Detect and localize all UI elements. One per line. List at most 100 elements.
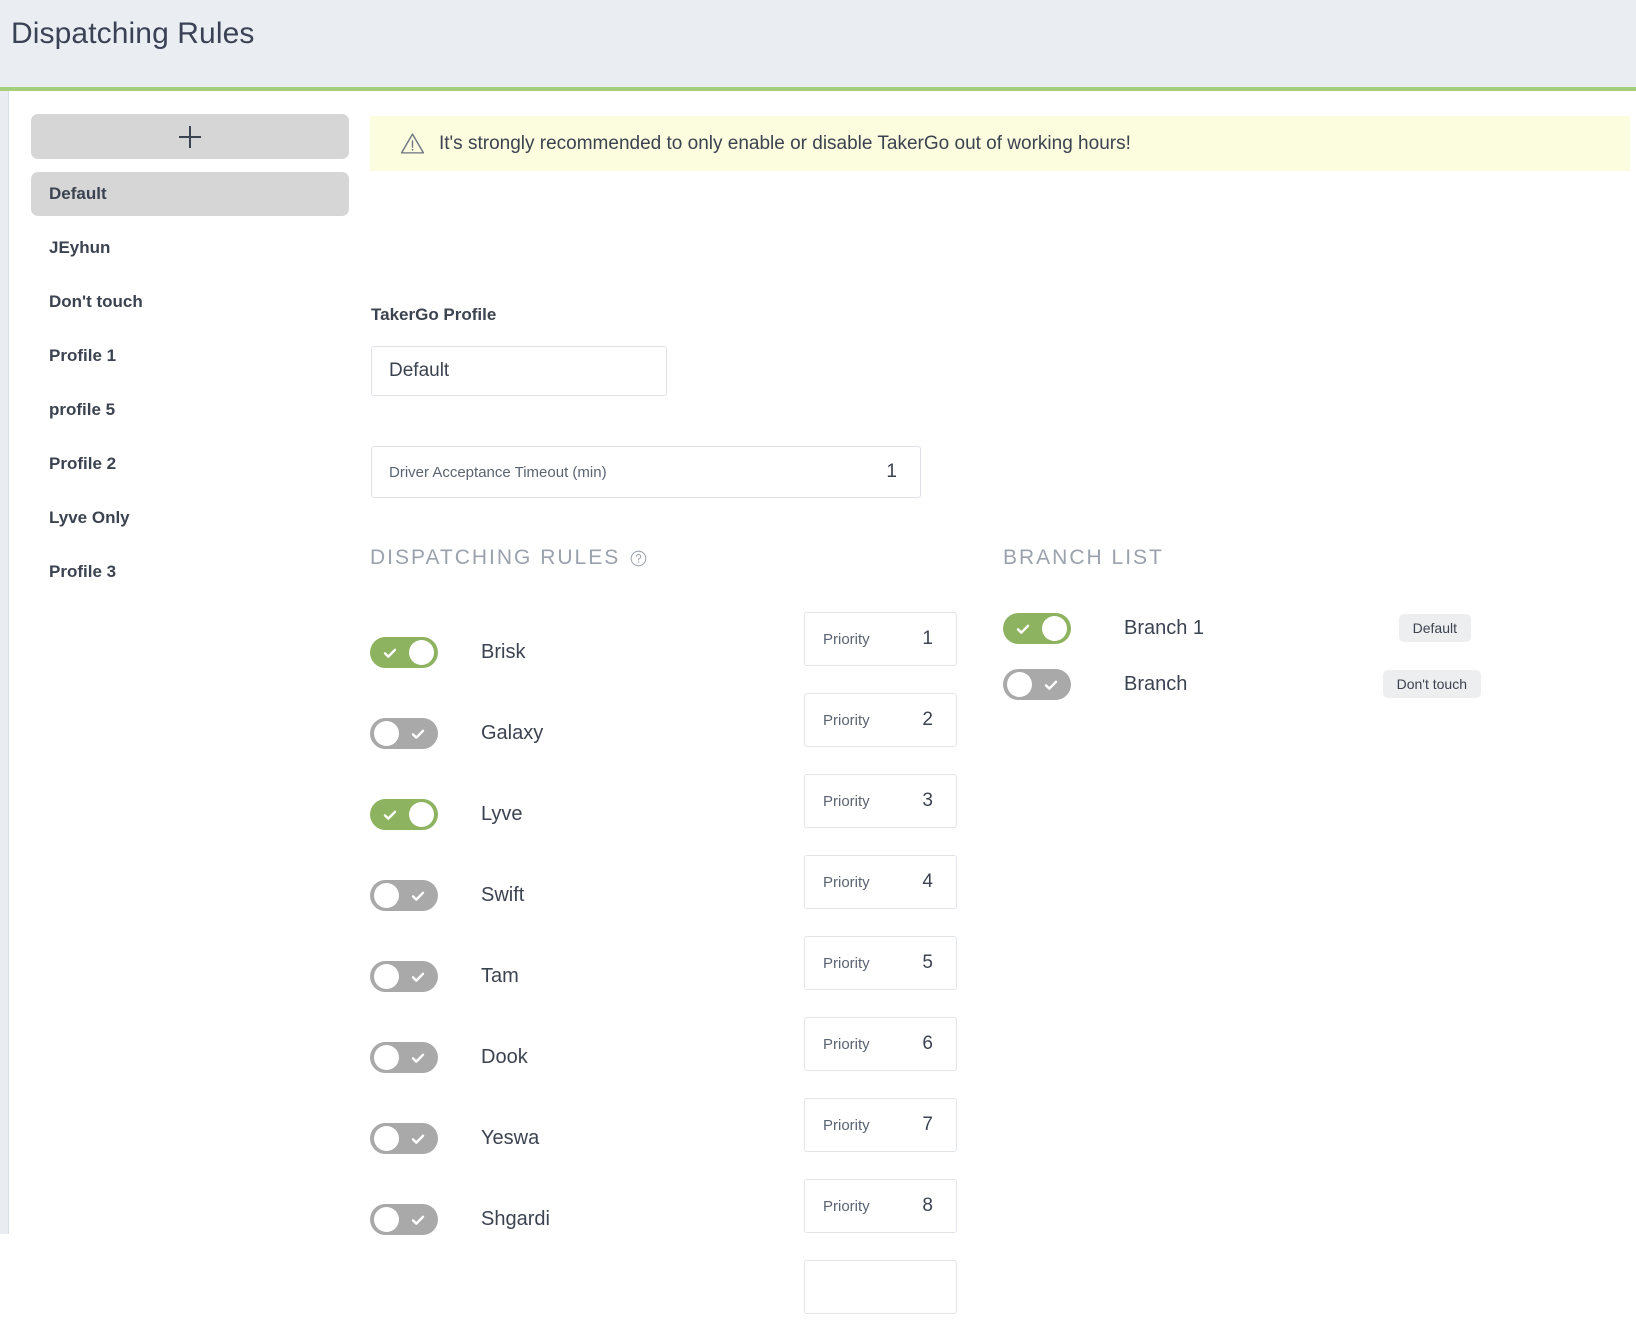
rule-toggle-brisk[interactable] bbox=[370, 637, 438, 668]
sidebar-item-profile-3[interactable]: Profile 3 bbox=[31, 550, 349, 594]
warning-banner: It's strongly recommended to only enable… bbox=[370, 116, 1630, 171]
page-title: Dispatching Rules bbox=[11, 17, 255, 50]
priority-input-brisk[interactable]: Priority 1 bbox=[804, 612, 957, 666]
sidebar-item-label: Profile 1 bbox=[49, 346, 117, 365]
priority-value: 1 bbox=[922, 628, 933, 649]
priority-input-tam[interactable]: Priority 5 bbox=[804, 936, 957, 990]
toggle-knob bbox=[374, 1045, 399, 1070]
rule-label: Tam bbox=[481, 965, 519, 987]
page-header: Dispatching Rules bbox=[0, 0, 1636, 87]
priority-value: 3 bbox=[922, 790, 933, 811]
plus-icon bbox=[179, 125, 201, 148]
rule-label: Yeswa bbox=[481, 1127, 540, 1149]
sidebar-item-label: Lyve Only bbox=[49, 508, 130, 527]
rule-toggle-swift[interactable] bbox=[370, 880, 438, 911]
branch-toggle-branch-1[interactable] bbox=[1003, 612, 1071, 644]
priority-label: Priority bbox=[823, 711, 870, 729]
priority-value: 2 bbox=[922, 709, 933, 730]
toggle-knob bbox=[1007, 671, 1032, 697]
sidebar-item-profile-5[interactable]: profile 5 bbox=[31, 388, 349, 432]
takergo-profile-label: TakerGo Profile bbox=[371, 305, 497, 324]
check-icon bbox=[411, 1215, 425, 1225]
branch-status-badge: Default bbox=[1398, 614, 1471, 642]
priority-label: Priority bbox=[823, 1116, 870, 1134]
priority-label: Priority bbox=[823, 630, 870, 648]
toggle-knob bbox=[374, 883, 399, 908]
warning-text: It's strongly recommended to only enable… bbox=[439, 132, 1131, 154]
sidebar-item-profile-1[interactable]: Profile 1 bbox=[31, 334, 349, 378]
dispatching-rules-heading: DISPATCHING RULES bbox=[370, 546, 647, 570]
priority-column: Priority 1 Priority 2 Priority 3 Priorit… bbox=[804, 612, 959, 1341]
sidebar-item-default[interactable]: Default bbox=[31, 172, 349, 216]
branch-list: Branch 1 Default Branch Don't touch bbox=[1003, 600, 1563, 712]
sidebar-item-label: Profile 3 bbox=[49, 562, 117, 581]
app-body: Default JEyhun Don't touch Profile 1 pro… bbox=[0, 87, 1636, 1314]
sidebar-item-label: Profile 2 bbox=[49, 454, 117, 473]
priority-input-swift[interactable]: Priority 4 bbox=[804, 855, 957, 909]
sidebar-item-profile-2[interactable]: Profile 2 bbox=[31, 442, 349, 486]
priority-value: 4 bbox=[922, 871, 933, 892]
toggle-knob bbox=[374, 1126, 399, 1151]
check-icon bbox=[411, 891, 425, 901]
priority-value: 8 bbox=[922, 1195, 933, 1216]
sidebar-item-lyve-only[interactable]: Lyve Only bbox=[31, 496, 349, 540]
priority-label: Priority bbox=[823, 1197, 870, 1215]
priority-label: Priority bbox=[823, 954, 870, 972]
branch-label: Branch 1 bbox=[1124, 616, 1205, 639]
main-content: It's strongly recommended to only enable… bbox=[370, 91, 1636, 1314]
rule-label: Galaxy bbox=[481, 722, 544, 744]
sidebar-item-label: profile 5 bbox=[49, 400, 116, 419]
rule-label: Shgardi bbox=[481, 1208, 550, 1230]
check-icon bbox=[1044, 680, 1058, 690]
toggle-knob bbox=[374, 964, 399, 989]
priority-value: 5 bbox=[922, 952, 933, 973]
toggle-knob bbox=[409, 802, 434, 827]
toggle-knob bbox=[409, 640, 434, 665]
driver-acceptance-timeout-field[interactable]: Driver Acceptance Timeout (min) 1 bbox=[371, 446, 921, 498]
priority-input-next-partial[interactable] bbox=[804, 1260, 957, 1314]
rule-label: Brisk bbox=[481, 641, 526, 663]
check-icon bbox=[411, 1053, 425, 1063]
toggle-knob bbox=[374, 721, 399, 746]
check-icon bbox=[1016, 624, 1030, 634]
priority-value: 6 bbox=[922, 1033, 933, 1054]
priority-input-dook[interactable]: Priority 6 bbox=[804, 1017, 957, 1071]
check-icon bbox=[411, 1134, 425, 1144]
check-icon bbox=[383, 810, 397, 820]
takergo-profile-value: Default bbox=[389, 360, 450, 381]
sidebar-item-dont-touch[interactable]: Don't touch bbox=[31, 280, 349, 324]
priority-input-galaxy[interactable]: Priority 2 bbox=[804, 693, 957, 747]
warning-triangle-icon bbox=[400, 133, 425, 154]
branch-label: Branch bbox=[1124, 672, 1188, 695]
priority-input-lyve[interactable]: Priority 3 bbox=[804, 774, 957, 828]
rule-toggle-dook[interactable] bbox=[370, 1042, 438, 1073]
rule-toggle-lyve[interactable] bbox=[370, 799, 438, 830]
rule-label: Lyve bbox=[481, 803, 523, 825]
priority-label: Priority bbox=[823, 792, 870, 810]
priority-input-shgardi[interactable]: Priority 8 bbox=[804, 1179, 957, 1233]
sidebar-item-label: JEyhun bbox=[49, 238, 111, 257]
rule-label: Swift bbox=[481, 884, 525, 906]
takergo-profile-select[interactable]: Default bbox=[371, 346, 667, 396]
profile-list: Default JEyhun Don't touch Profile 1 pro… bbox=[31, 172, 349, 594]
branch-toggle-branch[interactable] bbox=[1003, 668, 1071, 700]
toggle-knob bbox=[1042, 615, 1067, 641]
driver-acceptance-timeout-label: Driver Acceptance Timeout (min) bbox=[389, 463, 607, 481]
profile-sidebar: Default JEyhun Don't touch Profile 1 pro… bbox=[31, 114, 349, 604]
toggle-knob bbox=[374, 1207, 399, 1232]
priority-input-yeswa[interactable]: Priority 7 bbox=[804, 1098, 957, 1152]
branch-list-heading: BRANCH LIST bbox=[1003, 546, 1164, 570]
rule-toggle-shgardi[interactable] bbox=[370, 1204, 438, 1235]
add-profile-button[interactable] bbox=[31, 114, 349, 159]
rule-toggle-yeswa[interactable] bbox=[370, 1123, 438, 1154]
sidebar-item-jeyhun[interactable]: JEyhun bbox=[31, 226, 349, 270]
branch-row: Branch Don't touch bbox=[1003, 656, 1563, 712]
priority-value: 7 bbox=[922, 1114, 933, 1135]
check-icon bbox=[383, 648, 397, 658]
sidebar-item-label: Don't touch bbox=[49, 292, 143, 311]
rule-toggle-tam[interactable] bbox=[370, 961, 438, 992]
check-icon bbox=[411, 729, 425, 739]
priority-label: Priority bbox=[823, 1035, 870, 1053]
rule-toggle-galaxy[interactable] bbox=[370, 718, 438, 749]
question-circle-icon[interactable] bbox=[630, 550, 647, 567]
